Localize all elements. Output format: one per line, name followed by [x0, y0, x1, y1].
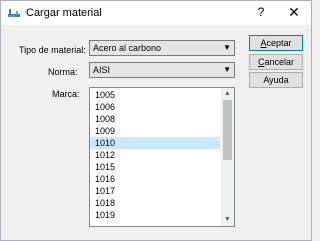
list-item[interactable]: 1008: [90, 113, 220, 125]
list-item[interactable]: 1016: [90, 173, 220, 185]
standard-label: Norma:: [48, 67, 78, 77]
chevron-down-icon: ▼: [223, 43, 231, 52]
standard-dropdown[interactable]: AISI ▼: [89, 62, 235, 78]
vertical-scrollbar[interactable]: ▲ ▼: [221, 88, 234, 226]
title-bar: Cargar material ? ✕: [1, 1, 311, 25]
list-item[interactable]: 1015: [90, 161, 220, 173]
grade-listbox[interactable]: 1005 1006 1008 1009 1010 1012 1015 1016 …: [89, 87, 235, 227]
list-item[interactable]: 1005: [90, 89, 220, 101]
dialog-window: Cargar material ? ✕ Tipo de material: Ac…: [0, 0, 312, 241]
grade-label: Marca:: [52, 89, 80, 99]
accept-button[interactable]: Aceptar: [249, 35, 303, 51]
close-button[interactable]: ✕: [285, 3, 303, 21]
list-item-selected[interactable]: 1010: [90, 137, 220, 149]
list-item[interactable]: 1012: [90, 149, 220, 161]
list-item[interactable]: 1018: [90, 197, 220, 209]
window-title: Cargar material: [26, 7, 102, 19]
help-button[interactable]: Ayuda: [249, 72, 303, 88]
grade-list: 1005 1006 1008 1009 1010 1012 1015 1016 …: [90, 89, 220, 221]
material-type-label: Tipo de material:: [19, 45, 86, 55]
chevron-down-icon: ▼: [223, 65, 231, 74]
material-type-value: Acero al carbono: [93, 43, 162, 53]
accept-label: ceptar: [266, 38, 292, 48]
list-item[interactable]: 1017: [90, 185, 220, 197]
cancel-button[interactable]: Cancelar: [249, 54, 303, 70]
help-title-button[interactable]: ?: [252, 3, 270, 21]
material-type-dropdown[interactable]: Acero al carbono ▼: [89, 40, 235, 56]
cancel-label: ancelar: [264, 57, 295, 67]
list-item[interactable]: 1019: [90, 209, 220, 221]
scroll-thumb[interactable]: [223, 100, 232, 160]
caliper-icon: [8, 9, 20, 17]
scroll-up-icon[interactable]: ▲: [221, 88, 234, 100]
scroll-down-icon[interactable]: ▼: [221, 214, 234, 226]
list-item[interactable]: 1009: [90, 125, 220, 137]
list-item[interactable]: 1006: [90, 101, 220, 113]
standard-value: AISI: [93, 65, 111, 75]
